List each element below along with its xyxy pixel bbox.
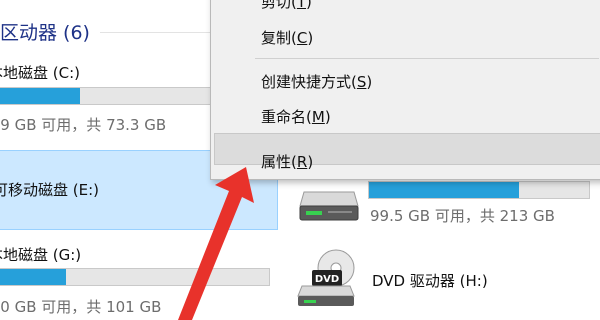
red-arrow-annotation (178, 167, 254, 320)
